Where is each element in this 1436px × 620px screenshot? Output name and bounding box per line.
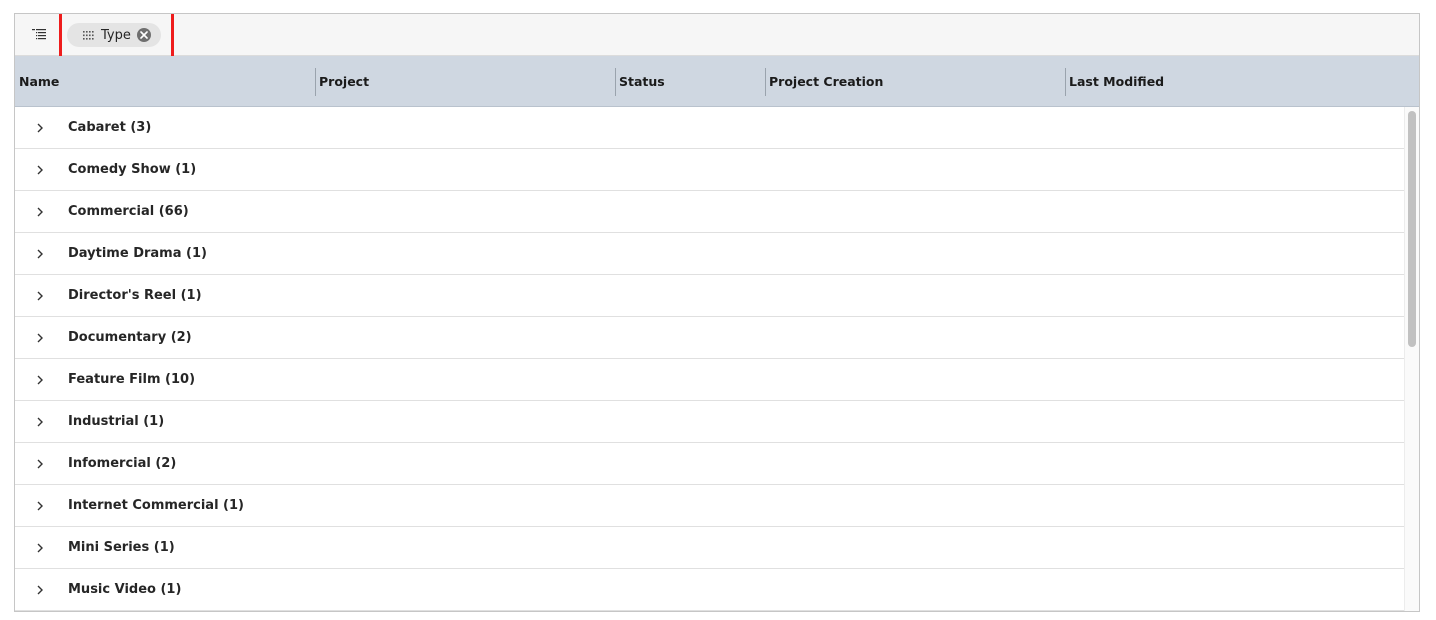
group-row[interactable]: Internet Commercial (1): [15, 485, 1406, 527]
column-header-row: Name Project Status Project Creation Las…: [15, 56, 1419, 107]
chevron-right-icon[interactable]: [34, 122, 46, 134]
chevron-right-icon[interactable]: [34, 458, 46, 470]
chevron-right-icon[interactable]: [34, 332, 46, 344]
group-row[interactable]: Commercial (66): [15, 191, 1406, 233]
row-group-panel: Type: [15, 14, 1419, 56]
vertical-scrollbar[interactable]: [1404, 107, 1419, 612]
group-row[interactable]: Feature Film (10): [15, 359, 1406, 401]
group-row-label: Commercial (66): [68, 204, 189, 219]
group-row-label: Internet Commercial (1): [68, 498, 244, 513]
group-row-label: Comedy Show (1): [68, 162, 196, 177]
chevron-right-icon[interactable]: [34, 374, 46, 386]
column-header-project-creation[interactable]: Project Creation: [765, 56, 1065, 106]
group-row[interactable]: Infomercial (2): [15, 443, 1406, 485]
group-row[interactable]: Music Video (1): [15, 569, 1406, 611]
chevron-right-icon[interactable]: [34, 206, 46, 218]
chevron-right-icon[interactable]: [34, 248, 46, 260]
group-row-label: Director's Reel (1): [68, 288, 202, 303]
group-row[interactable]: Documentary (2): [15, 317, 1406, 359]
group-row-label: Industrial (1): [68, 414, 164, 429]
group-row-label: Infomercial (2): [68, 456, 176, 471]
column-header-project[interactable]: Project: [315, 56, 615, 106]
group-row-label: Music Video (1): [68, 582, 181, 597]
chevron-right-icon[interactable]: [34, 290, 46, 302]
chevron-right-icon[interactable]: [34, 164, 46, 176]
chevron-right-icon[interactable]: [34, 416, 46, 428]
group-row-label: Feature Film (10): [68, 372, 195, 387]
data-grid: Type Name Project Status Project Creatio…: [14, 13, 1420, 612]
group-row-label: Mini Series (1): [68, 540, 175, 555]
group-row[interactable]: Industrial (1): [15, 401, 1406, 443]
scrollbar-thumb[interactable]: [1408, 111, 1416, 347]
chevron-right-icon[interactable]: [34, 584, 46, 596]
row-group-icon[interactable]: [31, 27, 47, 43]
group-row[interactable]: Mini Series (1): [15, 527, 1406, 569]
column-header-status[interactable]: Status: [615, 56, 765, 106]
column-header-last-modified[interactable]: Last Modified: [1065, 56, 1365, 106]
group-row[interactable]: Comedy Show (1): [15, 149, 1406, 191]
group-row-label: Documentary (2): [68, 330, 192, 345]
chevron-right-icon[interactable]: [34, 542, 46, 554]
grid-body: Cabaret (3) Comedy Show (1) Commercial (…: [15, 107, 1406, 612]
group-row[interactable]: Daytime Drama (1): [15, 233, 1406, 275]
chevron-right-icon[interactable]: [34, 500, 46, 512]
group-row-label: Daytime Drama (1): [68, 246, 207, 261]
highlight-box: [59, 13, 174, 59]
group-row[interactable]: Director's Reel (1): [15, 275, 1406, 317]
column-header-name[interactable]: Name: [15, 56, 315, 106]
group-row[interactable]: Cabaret (3): [15, 107, 1406, 149]
group-row-label: Cabaret (3): [68, 120, 151, 135]
